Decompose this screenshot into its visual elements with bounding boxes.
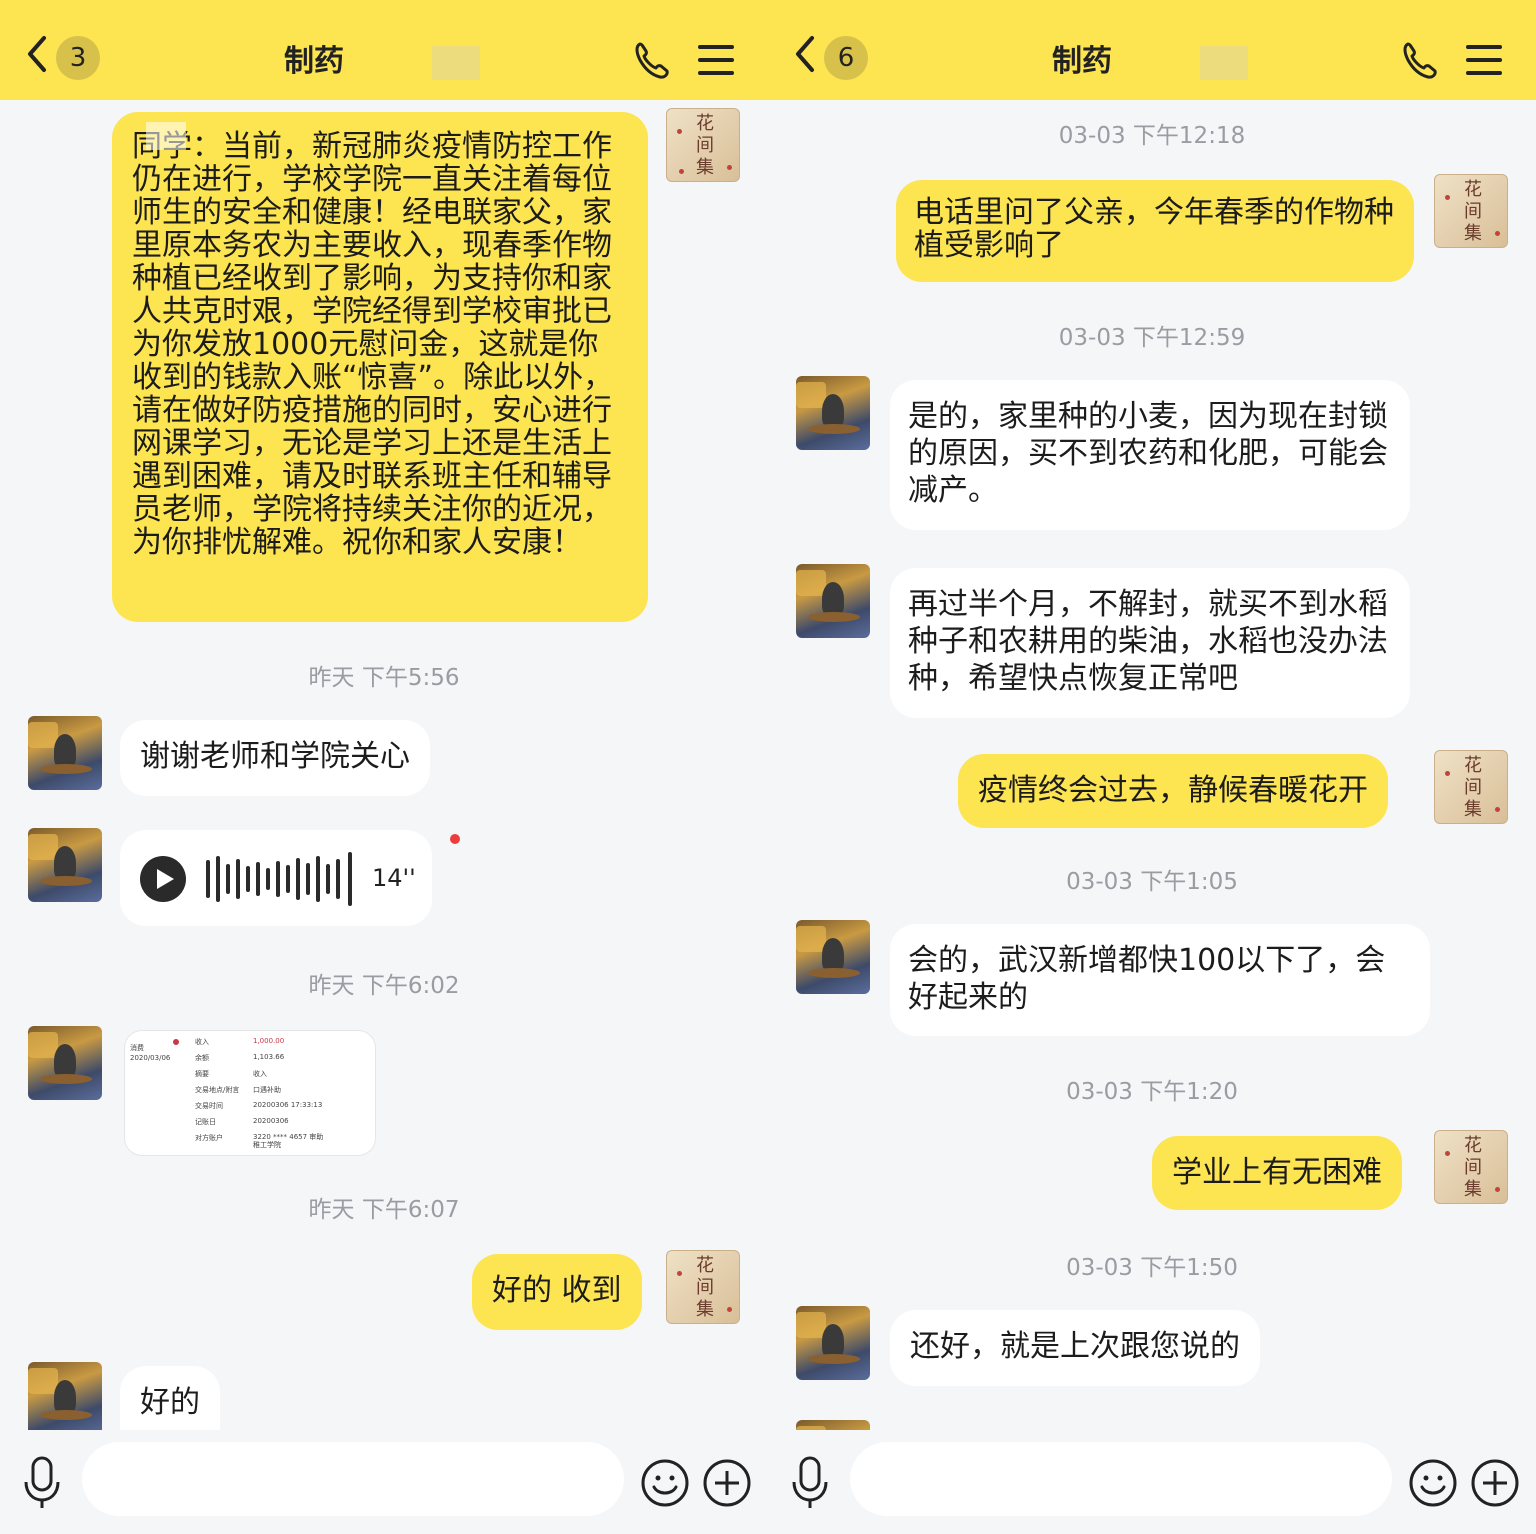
receipt-key: 对方账户 [195,1134,223,1142]
message-text: 学业上有无困难 [1172,1155,1382,1190]
receipt-key: 摘要 [195,1070,209,1078]
contact-avatar[interactable] [796,564,870,638]
timestamp: 昨天 下午6:02 [308,973,460,999]
receipt-value: 1,103.66 [253,1053,285,1061]
receipt-key: 交易地点/附言 [195,1086,240,1094]
plus-icon[interactable] [1470,1458,1520,1508]
contact-avatar[interactable] [28,828,102,902]
image-message-bank-receipt[interactable]: 消费 2020/03/06 收入 1,000.00 余额 1,103.66 摘要 收入… [124,1030,376,1156]
message-input[interactable] [82,1442,624,1516]
message-bubble-sent[interactable]: 电话里问了父亲，今年春季的作物种植受影响了 [896,180,1414,282]
receipt-key: 收入 [195,1038,209,1046]
contact-avatar[interactable] [796,1420,870,1430]
unplayed-indicator [450,834,460,844]
my-avatar[interactable]: 花 间 集 [1434,750,1508,824]
contact-avatar[interactable] [28,1026,102,1100]
message-bubble-received[interactable]: 谢谢老师和学院关心 [120,720,430,796]
chat-panel-right: 6 制药 03-03 下午12:18 电话里问了父亲，今年春季的作物种植受影响了… [768,0,1536,1534]
redacted-name [1200,46,1248,80]
input-bar [768,1430,1536,1534]
message-bubble-received[interactable]: 好的 [120,1366,220,1430]
menu-icon[interactable] [1464,42,1504,78]
message-bubble-received[interactable]: 再过半个月，不解封，就买不到水稻种子和农耕用的柴油，水稻也没办法种，希望快点恢复… [890,568,1410,718]
waveform-icon [206,852,360,906]
plus-icon[interactable] [702,1458,752,1508]
timestamp: 昨天 下午6:07 [308,1197,460,1223]
chat-header: 3 制药 [0,0,768,100]
message-bubble-received[interactable]: 是的，家里种的小麦，因为现在封锁的原因，买不到农药和化肥，可能会减产。 [890,380,1410,530]
receipt-value: 收入 [253,1070,267,1078]
message-text: 还好，就是上次跟您说的 [910,1329,1240,1364]
my-avatar[interactable]: 花 间 集 [666,108,740,182]
timestamp: 昨天 下午5:56 [308,665,460,691]
receipt-value: 3220 **** 4657 审助 稚工学院 [253,1133,324,1149]
message-bubble-received[interactable]: 会的，武汉新增都快100以下了，会好起来的 [890,924,1430,1036]
voice-duration: 14'' [372,864,416,892]
message-input[interactable] [850,1442,1392,1516]
menu-icon[interactable] [696,42,736,78]
message-bubble-sent[interactable]: 好的 收到 [472,1254,642,1330]
my-avatar[interactable]: 花 间 集 [1434,1130,1508,1204]
microphone-icon[interactable] [790,1456,830,1510]
phone-icon[interactable] [1400,40,1440,80]
timestamp: 03-03 下午12:59 [1058,325,1246,351]
message-text: 好的 收到 [492,1273,622,1308]
avatar-seal-text: 花 间 集 [696,1255,714,1320]
chat-panel-left: 3 制药 同学：当前，新冠肺炎疫情防控工作仍在进行，学校学院一直关注着每位师生的… [0,0,768,1534]
avatar-seal-text: 花 间 集 [1464,1135,1482,1200]
receipt-value: 20200306 17:33:13 [253,1101,323,1109]
receipt-date: 消费 2020/03/06 [130,1044,171,1062]
receipt-value: 20200306 [253,1117,289,1125]
message-text: 会的，武汉新增都快100以下了，会好起来的 [908,943,1386,1015]
redacted-name [432,46,480,80]
message-text: 好的 [140,1385,200,1420]
my-avatar[interactable]: 花 间 集 [1434,174,1508,248]
message-bubble-sent[interactable]: 学业上有无困难 [1152,1136,1402,1210]
emoji-icon[interactable] [640,1458,690,1508]
contact-avatar[interactable] [796,920,870,994]
avatar-seal-text: 花 间 集 [696,113,714,178]
message-bubble-sent[interactable]: 同学：当前，新冠肺炎疫情防控工作仍在进行，学校学院一直关注着每位师生的安全和健康… [112,112,648,622]
message-text: 谢谢老师和学院关心 [140,739,410,774]
receipt-key: 余额 [195,1054,209,1062]
my-avatar[interactable]: 花 间 集 [666,1250,740,1324]
message-text: 电话里问了父亲，今年春季的作物种植受影响了 [914,195,1394,263]
timestamp: 03-03 下午12:18 [1058,123,1246,149]
message-text: 同学：当前，新冠肺炎疫情防控工作仍在进行，学校学院一直关注着每位师生的安全和健康… [132,129,614,560]
input-bar [0,1430,768,1534]
contact-avatar[interactable] [796,376,870,450]
contact-avatar[interactable] [796,1306,870,1380]
receipt-value: 口遇补助 [253,1086,281,1094]
phone-icon[interactable] [632,40,672,80]
contact-avatar[interactable] [28,716,102,790]
receipt-value: 1,000.00 [253,1037,285,1045]
receipt-key: 记账日 [195,1118,216,1126]
message-list[interactable]: 03-03 下午12:18 电话里问了父亲，今年春季的作物种植受影响了 花 间 … [768,100,1536,1430]
avatar-seal-text: 花 间 集 [1464,179,1482,244]
message-list[interactable]: 同学：当前，新冠肺炎疫情防控工作仍在进行，学校学院一直关注着每位师生的安全和健康… [0,100,768,1430]
timestamp: 03-03 下午1:05 [1066,869,1238,895]
play-icon[interactable] [140,856,186,902]
timestamp: 03-03 下午1:50 [1066,1255,1238,1281]
message-text: 疫情终会过去，静候春暖花开 [978,773,1368,808]
voice-message[interactable]: 14'' [120,830,432,926]
message-bubble-sent[interactable]: 疫情终会过去，静候春暖花开 [958,754,1388,828]
receipt-key: 交易时间 [195,1102,223,1110]
message-text: 是的，家里种的小麦，因为现在封锁的原因，买不到农药和化肥，可能会减产。 [908,399,1388,508]
microphone-icon[interactable] [22,1456,62,1510]
avatar-seal-text: 花 间 集 [1464,755,1482,820]
chat-header: 6 制药 [768,0,1536,100]
redacted-name [146,122,186,150]
emoji-icon[interactable] [1408,1458,1458,1508]
contact-avatar[interactable] [28,1362,102,1430]
message-text: 再过半个月，不解封，就买不到水稻种子和农耕用的柴油，水稻也没办法种，希望快点恢复… [908,587,1388,696]
message-bubble-received[interactable]: 还好，就是上次跟您说的 [890,1310,1260,1386]
timestamp: 03-03 下午1:20 [1066,1079,1238,1105]
